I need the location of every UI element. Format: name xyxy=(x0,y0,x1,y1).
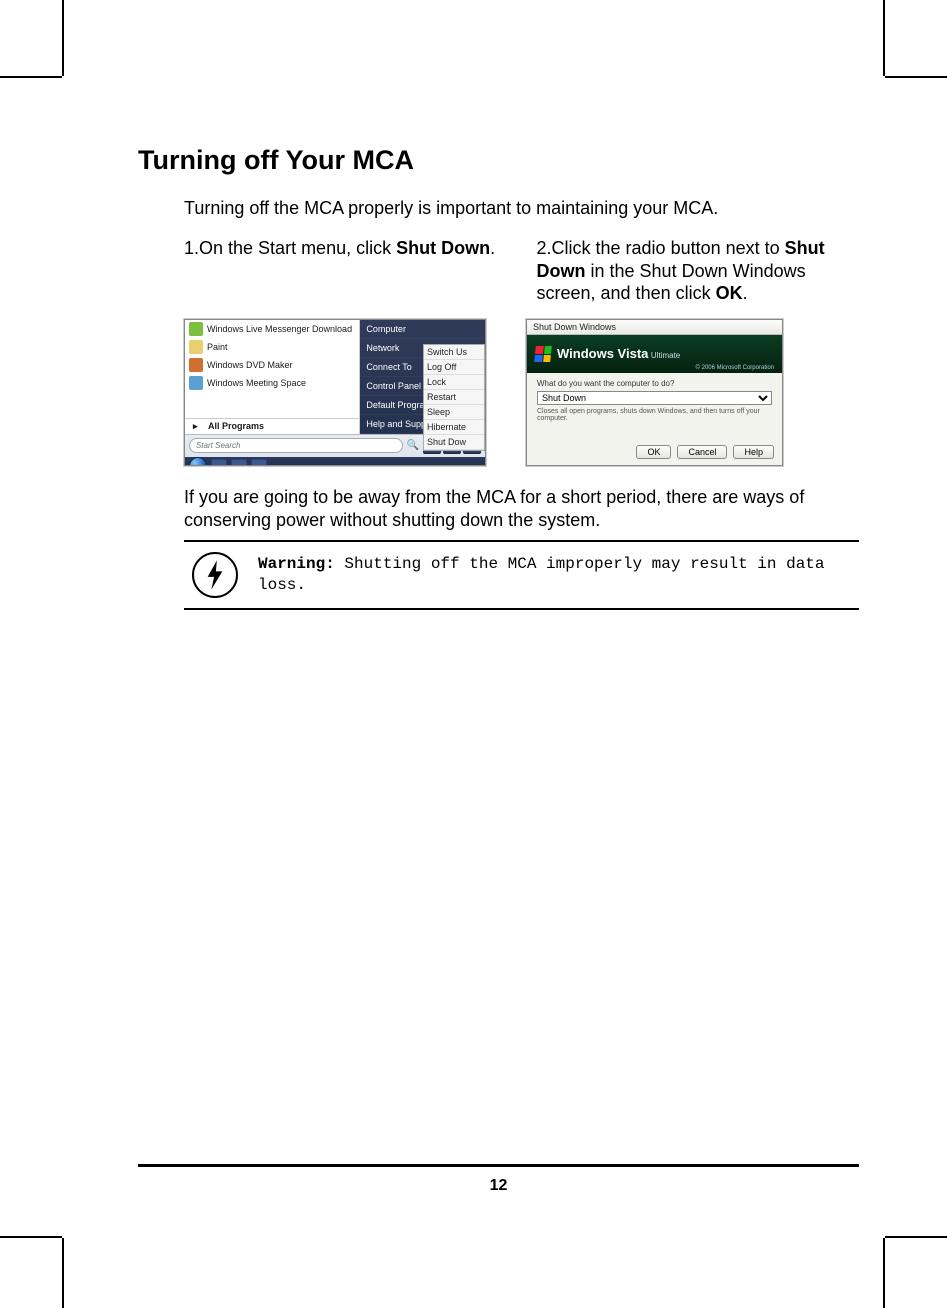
page-number: 12 xyxy=(138,1164,859,1195)
step-number: 1. xyxy=(184,238,199,258)
start-item[interactable]: Windows DVD Maker xyxy=(185,356,359,374)
intro-text: Turning off the MCA properly is importan… xyxy=(138,198,859,219)
help-button[interactable]: Help xyxy=(733,445,774,459)
copyright-text: © 2006 Microsoft Corporation xyxy=(686,365,774,373)
crop-mark xyxy=(0,1236,62,1238)
search-icon: 🔍 xyxy=(407,440,419,451)
start-item-label: Windows Meeting Space xyxy=(207,378,306,388)
taskbar xyxy=(185,457,485,466)
power-flyout: Switch Us Log Off Lock Restart Sleep Hib… xyxy=(423,344,485,451)
crop-mark xyxy=(885,1236,947,1238)
warning-text: Shutting off the MCA improperly may resu… xyxy=(258,555,825,595)
dialog-question: What do you want the computer to do? xyxy=(537,379,772,388)
warning-box: Warning: Shutting off the MCA improperly… xyxy=(184,540,859,610)
warning-label: Warning: xyxy=(258,555,335,573)
flyout-item[interactable]: Sleep xyxy=(424,405,484,420)
step-1: 1.On the Start menu, click Shut Down. xyxy=(184,237,507,305)
screenshot-shutdown-dialog: Shut Down Windows Windows Vista Ultimate… xyxy=(526,319,783,466)
all-programs[interactable]: ▸ All Programs xyxy=(185,418,359,434)
taskbar-icon[interactable] xyxy=(251,459,267,466)
dialog-description: Closes all open programs, shuts down Win… xyxy=(537,408,772,422)
dialog-brand-banner: Windows Vista Ultimate © 2006 Microsoft … xyxy=(527,335,782,373)
lightning-bolt-icon xyxy=(192,552,238,598)
app-icon xyxy=(189,358,203,372)
step-bold: OK xyxy=(716,283,743,303)
crop-mark xyxy=(883,1238,885,1308)
start-item[interactable]: Paint xyxy=(185,338,359,356)
cancel-button[interactable]: Cancel xyxy=(677,445,727,459)
crop-mark xyxy=(0,76,62,78)
flyout-item[interactable]: Shut Dow xyxy=(424,435,484,450)
step-2: 2.Click the radio button next to Shut Do… xyxy=(537,237,860,305)
start-item-label: Windows DVD Maker xyxy=(207,360,293,370)
screenshot-start-menu: Windows Live Messenger Download Paint Wi… xyxy=(184,319,486,466)
shutdown-action-select[interactable]: Shut Down xyxy=(537,391,772,405)
chevron-right-icon: ▸ xyxy=(193,421,198,432)
start-right-item[interactable]: Computer xyxy=(360,320,485,339)
step-text: On the Start menu, click xyxy=(199,238,396,258)
taskbar-icon[interactable] xyxy=(231,459,247,466)
all-programs-label: All Programs xyxy=(208,421,264,431)
after-text: If you are going to be away from the MCA… xyxy=(138,486,859,533)
start-item-label: Paint xyxy=(207,342,228,352)
step-number: 2. xyxy=(537,238,552,258)
step-text: . xyxy=(743,283,748,303)
start-orb-icon[interactable] xyxy=(189,457,207,466)
crop-mark xyxy=(62,1238,64,1308)
flyout-item[interactable]: Switch Us xyxy=(424,345,484,360)
crop-mark xyxy=(62,0,64,76)
steps: 1.On the Start menu, click Shut Down. 2.… xyxy=(138,237,859,305)
flyout-item[interactable]: Hibernate xyxy=(424,420,484,435)
page-title: Turning off Your MCA xyxy=(138,145,859,176)
flyout-item[interactable]: Lock xyxy=(424,375,484,390)
windows-logo-icon xyxy=(534,346,552,362)
brand-name: Windows Vista xyxy=(557,346,648,361)
brand-edition: Ultimate xyxy=(651,351,680,360)
app-icon xyxy=(189,340,203,354)
step-text: Click the radio button next to xyxy=(552,238,785,258)
crop-mark xyxy=(885,76,947,78)
taskbar-icon[interactable] xyxy=(211,459,227,466)
start-item[interactable]: Windows Meeting Space xyxy=(185,374,359,392)
crop-mark xyxy=(883,0,885,76)
flyout-item[interactable]: Log Off xyxy=(424,360,484,375)
dialog-title: Shut Down Windows xyxy=(527,320,782,335)
flyout-item[interactable]: Restart xyxy=(424,390,484,405)
ok-button[interactable]: OK xyxy=(636,445,671,459)
start-search-input[interactable] xyxy=(189,438,403,453)
step-text: . xyxy=(490,238,495,258)
start-item-label: Windows Live Messenger Download xyxy=(207,324,352,334)
step-bold: Shut Down xyxy=(396,238,490,258)
app-icon xyxy=(189,322,203,336)
start-item[interactable]: Windows Live Messenger Download xyxy=(185,320,359,338)
app-icon xyxy=(189,376,203,390)
